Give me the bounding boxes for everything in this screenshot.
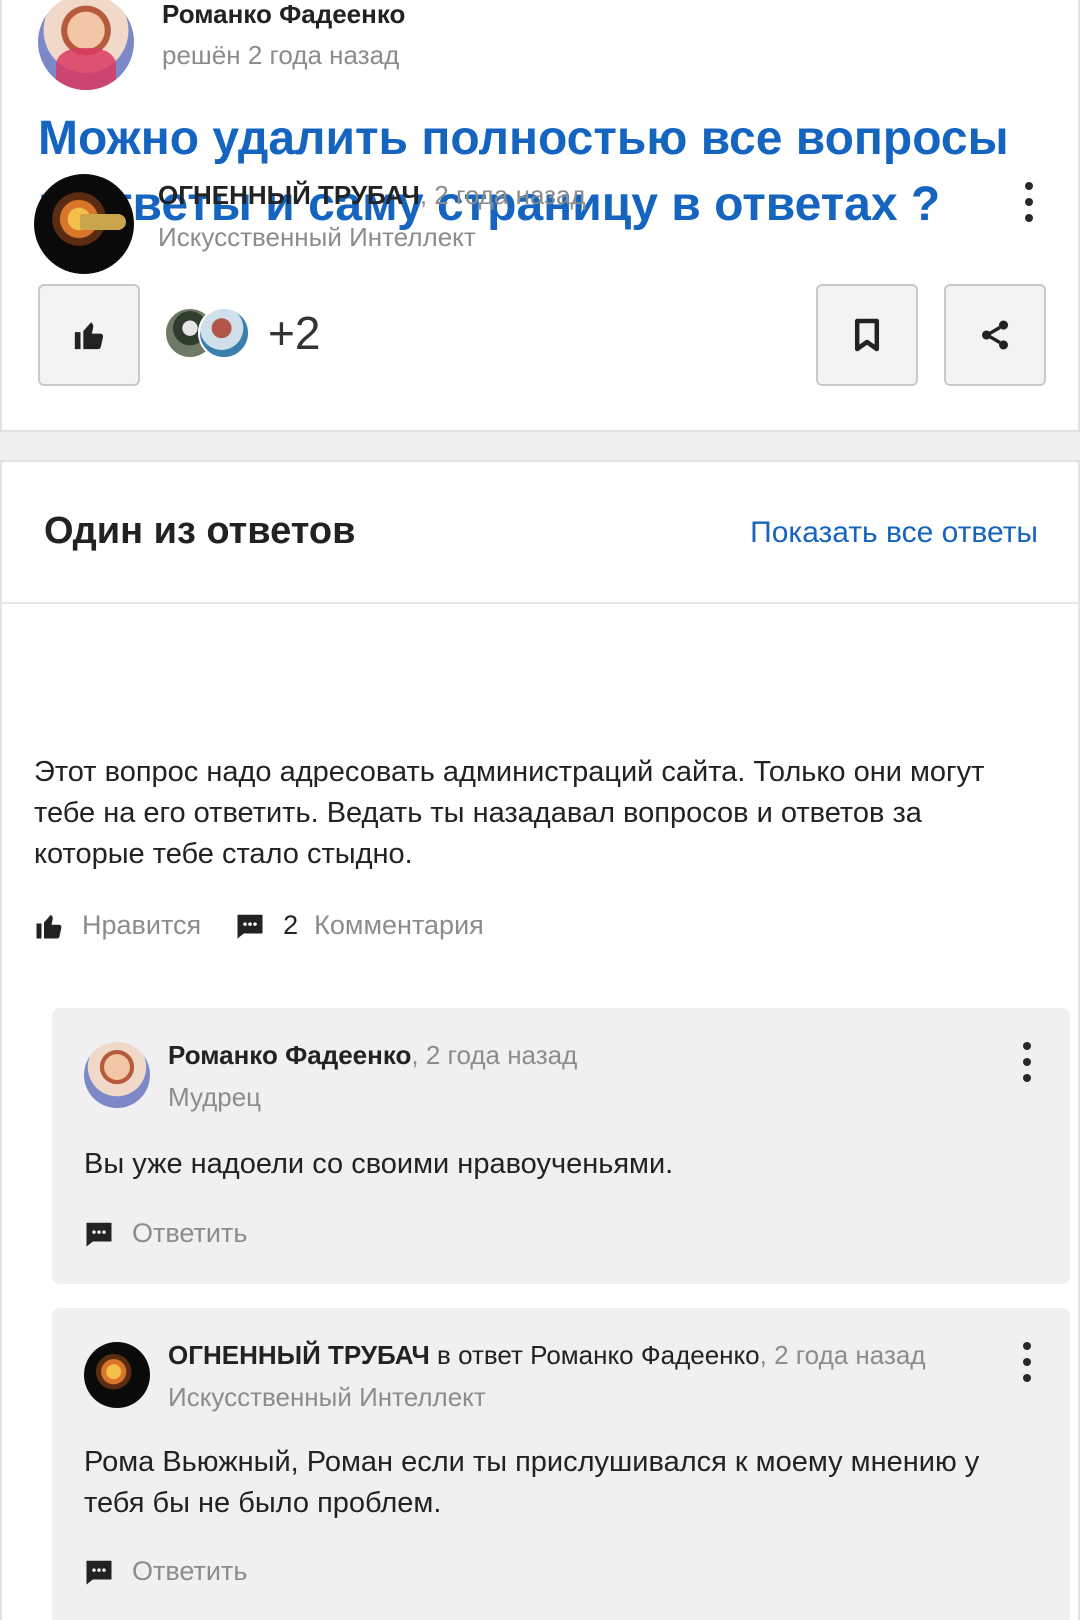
comment: Романко Фадеенко, 2 года назад Мудрец Вы… xyxy=(52,1008,1070,1284)
answers-header: Один из ответов Показать все ответы xyxy=(2,462,1078,604)
comment-reply-button[interactable]: Ответить xyxy=(84,1218,247,1249)
answer-text: Этот вопрос надо адресовать администраци… xyxy=(34,756,985,870)
comment-meta: ОГНЕННЫЙ ТРУБАЧ в ответ Романко Фадеенко… xyxy=(168,1340,926,1412)
comment-reply-button[interactable]: Ответить xyxy=(84,1556,247,1587)
comment-reply-label: Ответить xyxy=(132,1218,248,1248)
comments-label: Комментария xyxy=(314,910,484,940)
comment-text: Рома Вьюжный, Роман если ты прислушивалс… xyxy=(84,1446,980,1519)
comment-author-name[interactable]: Романко Фадеенко xyxy=(168,1040,411,1070)
answer-like-button[interactable]: Нравится xyxy=(34,910,201,941)
comment-author-rank: Мудрец xyxy=(168,1082,262,1112)
comment-more-button[interactable] xyxy=(1012,1342,1042,1382)
question-author: Романко Фадеенко решён 2 года назад xyxy=(38,0,405,92)
more-vertical-icon xyxy=(1025,182,1033,190)
section-divider xyxy=(0,432,1080,460)
answer-header: ОГНЕННЫЙ ТРУБАЧ, 2 года назад Искусствен… xyxy=(34,174,1044,274)
thumbs-up-icon xyxy=(74,322,104,350)
question-status: решён 2 года назад xyxy=(162,40,400,70)
share-button[interactable] xyxy=(944,284,1046,386)
comment-icon xyxy=(86,1222,112,1246)
answer-meta: ОГНЕННЫЙ ТРУБАЧ, 2 года назад Искусствен… xyxy=(158,180,586,252)
page: Романко Фадеенко решён 2 года назад Можн… xyxy=(0,0,1080,1620)
comment-reply-label: Ответить xyxy=(132,1556,248,1586)
comment-time: , 2 года назад xyxy=(759,1340,926,1370)
comment-author-avatar[interactable] xyxy=(84,1342,150,1408)
share-icon xyxy=(981,320,1009,350)
likers-count: +2 xyxy=(268,307,321,359)
author-name[interactable]: Романко Фадеенко xyxy=(162,0,405,28)
answer-author-line: ОГНЕННЫЙ ТРУБАЧ, 2 года назад xyxy=(158,180,586,210)
comment: ОГНЕННЫЙ ТРУБАЧ в ответ Романко Фадеенко… xyxy=(52,1308,1070,1620)
answer-time: , 2 года назад xyxy=(419,180,586,210)
more-vertical-icon xyxy=(1023,1042,1031,1050)
comments-count: 2 xyxy=(283,910,299,940)
answer-author-name[interactable]: ОГНЕННЫЙ ТРУБАЧ xyxy=(158,180,420,210)
comment-author-rank: Искусственный Интеллект xyxy=(168,1382,486,1412)
comment-author-name[interactable]: ОГНЕННЫЙ ТРУБАЧ xyxy=(168,1340,430,1370)
thumbs-up-icon xyxy=(36,914,62,938)
bookmark-button[interactable] xyxy=(816,284,918,386)
answer-more-button[interactable] xyxy=(1014,182,1044,222)
comment-reply-to[interactable]: в ответ Романко Фадеенко xyxy=(430,1340,760,1370)
comment-author-line: Романко Фадеенко, 2 года назад xyxy=(168,1040,577,1070)
answer-actions: Нравится 2 Комментария xyxy=(34,910,518,941)
show-all-answers-link[interactable]: Показать все ответы xyxy=(750,516,1038,550)
comment-author-avatar[interactable] xyxy=(84,1042,150,1108)
comment-time: , 2 года назад xyxy=(411,1040,578,1070)
more-vertical-icon xyxy=(1023,1342,1031,1350)
answer-author-avatar[interactable] xyxy=(34,174,134,274)
comment-author-line: ОГНЕННЫЙ ТРУБАЧ в ответ Романко Фадеенко… xyxy=(168,1340,926,1370)
answer-like-label: Нравится xyxy=(82,910,202,940)
author-meta: Романко Фадеенко решён 2 года назад xyxy=(162,0,405,70)
liker-avatar xyxy=(198,307,250,359)
author-avatar[interactable] xyxy=(38,0,134,90)
answers-title: Один из ответов xyxy=(44,510,356,552)
bookmark-icon xyxy=(854,318,880,352)
answer-comments-button[interactable]: 2 Комментария xyxy=(235,910,484,941)
answer-author-rank: Искусственный Интеллект xyxy=(158,222,476,252)
comment-icon xyxy=(86,1560,112,1584)
comment-meta: Романко Фадеенко, 2 года назад Мудрец xyxy=(168,1040,577,1112)
comment-icon xyxy=(237,914,263,938)
comment-text: Вы уже надоели со своими нравоученьями. xyxy=(84,1148,674,1180)
like-button[interactable] xyxy=(38,284,140,386)
comment-more-button[interactable] xyxy=(1012,1042,1042,1082)
likers[interactable]: +2 xyxy=(164,306,320,360)
